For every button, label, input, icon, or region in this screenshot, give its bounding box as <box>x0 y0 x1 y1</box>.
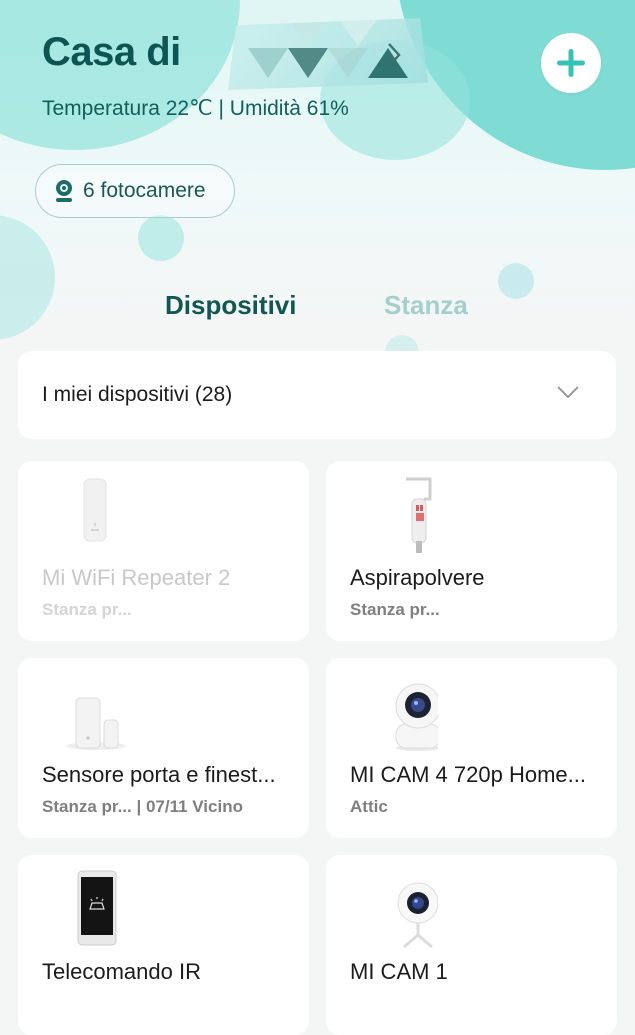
device-name: Aspirapolvere <box>350 565 485 590</box>
device-name: Telecomando IR <box>42 959 201 984</box>
device-name: MI CAM 4 720p Home... <box>350 762 586 787</box>
device-room: Stanza pr... <box>350 600 440 619</box>
device-card[interactable]: Telecomando IR <box>18 855 309 1035</box>
ir-remote-icon <box>77 870 117 946</box>
cameras-chip-label: 6 fotocamere <box>83 179 206 202</box>
device-name: MI CAM 1 <box>350 959 448 984</box>
door-sensor-icon <box>66 697 126 750</box>
device-card[interactable]: MI CAM 4 720p Home... Attic <box>326 658 617 838</box>
webcam-icon <box>397 882 438 949</box>
vacuum-icon <box>406 477 432 553</box>
device-room: Stanza pr... | 07/11 Vicino <box>42 797 243 816</box>
chevron-right-icon[interactable] <box>386 40 402 78</box>
device-filter-label: I miei dispositivi (28) <box>42 383 233 406</box>
tab-devices[interactable]: Dispositivi <box>165 290 296 321</box>
device-filter-dropdown[interactable]: I miei dispositivi (28) <box>18 351 616 439</box>
device-card[interactable]: Aspirapolvere Stanza pr... <box>326 461 617 641</box>
add-device-button[interactable] <box>541 33 601 93</box>
device-name: Mi WiFi Repeater 2 <box>42 565 231 590</box>
cameras-chip[interactable]: 6 fotocamere <box>35 164 235 218</box>
chevron-down-icon <box>557 386 579 399</box>
home-header[interactable]: Casa di Temperatura 22℃ | Umidità 61% <box>42 18 428 120</box>
device-card[interactable]: Mi WiFi Repeater 2 Stanza pr... <box>18 461 309 641</box>
home-title[interactable]: Casa di <box>42 30 181 75</box>
camera-icon <box>56 180 72 202</box>
home-weather: Temperatura 22℃ | Umidità 61% <box>42 97 349 120</box>
device-room: Stanza pr... <box>42 600 132 619</box>
device-name: Sensore porta e finest... <box>42 762 276 787</box>
device-card[interactable]: MI CAM 1 <box>326 855 617 1035</box>
view-tabs: Dispositivi Stanza <box>0 290 635 330</box>
device-card[interactable]: Sensore porta e finest... Stanza pr... |… <box>18 658 309 838</box>
tab-rooms[interactable]: Stanza <box>384 290 468 321</box>
device-room: Attic <box>350 797 388 816</box>
ptz-camera-icon <box>395 683 438 751</box>
wifi-repeater-icon <box>83 478 107 542</box>
plus-icon <box>557 49 585 77</box>
